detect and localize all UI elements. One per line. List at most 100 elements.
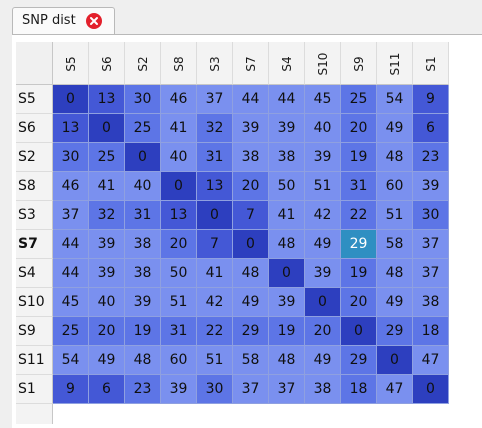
table-cell[interactable]: 23 (125, 375, 161, 404)
table-cell[interactable]: 23 (413, 143, 449, 172)
table-cell[interactable]: 13 (197, 172, 233, 201)
table-cell[interactable]: 22 (341, 201, 377, 230)
table-cell[interactable]: 31 (125, 201, 161, 230)
column-header[interactable]: S3 (197, 42, 233, 85)
table-cell[interactable]: 30 (197, 375, 233, 404)
table-cell[interactable]: 0 (305, 288, 341, 317)
table-cell[interactable]: 50 (269, 172, 305, 201)
table-cell[interactable]: 60 (377, 172, 413, 201)
table-cell[interactable]: 7 (197, 230, 233, 259)
column-header[interactable]: S7 (233, 42, 269, 85)
table-cell[interactable]: 18 (413, 317, 449, 346)
column-header[interactable]: S10 (305, 42, 341, 85)
table-cell[interactable]: 51 (377, 201, 413, 230)
table-cell[interactable]: 37 (413, 259, 449, 288)
table-cell[interactable]: 20 (233, 172, 269, 201)
table-cell[interactable]: 41 (161, 114, 197, 143)
table-cell[interactable]: 30 (53, 143, 89, 172)
row-header[interactable]: S3 (16, 201, 53, 230)
table-cell[interactable]: 18 (341, 375, 377, 404)
table-cell[interactable]: 13 (89, 85, 125, 114)
table-cell[interactable]: 31 (341, 172, 377, 201)
table-cell[interactable]: 6 (413, 114, 449, 143)
table-cell[interactable]: 47 (413, 346, 449, 375)
table-cell[interactable]: 49 (305, 346, 341, 375)
table-cell[interactable]: 37 (413, 230, 449, 259)
table-cell[interactable]: 19 (269, 317, 305, 346)
table-cell[interactable]: 38 (305, 375, 341, 404)
table-cell[interactable]: 39 (89, 230, 125, 259)
table-cell[interactable]: 49 (233, 288, 269, 317)
table-cell[interactable]: 9 (413, 85, 449, 114)
table-cell[interactable]: 7 (233, 201, 269, 230)
table-cell[interactable]: 46 (161, 85, 197, 114)
table-cell[interactable]: 50 (161, 259, 197, 288)
table-cell[interactable]: 46 (53, 172, 89, 201)
table-cell[interactable]: 39 (125, 288, 161, 317)
table-cell[interactable]: 0 (197, 201, 233, 230)
table-cell[interactable]: 29 (377, 317, 413, 346)
table-cell[interactable]: 48 (269, 230, 305, 259)
table-cell[interactable]: 48 (269, 346, 305, 375)
table-cell[interactable]: 45 (53, 288, 89, 317)
table-cell[interactable]: 51 (305, 172, 341, 201)
row-header[interactable]: S8 (16, 172, 53, 201)
row-header[interactable]: S5 (16, 85, 53, 114)
table-cell[interactable]: 9 (53, 375, 89, 404)
table-cell[interactable]: 19 (341, 143, 377, 172)
table-cell[interactable]: 0 (341, 317, 377, 346)
tab-snp-dist[interactable]: SNP dist (12, 7, 115, 35)
table-cell[interactable]: 22 (197, 317, 233, 346)
table-cell[interactable]: 40 (161, 143, 197, 172)
table-cell[interactable]: 44 (53, 259, 89, 288)
table-cell[interactable]: 38 (125, 259, 161, 288)
table-cell[interactable]: 32 (89, 201, 125, 230)
row-header[interactable]: S4 (16, 259, 53, 288)
table-cell[interactable]: 20 (89, 317, 125, 346)
table-cell[interactable]: 0 (125, 143, 161, 172)
table-cell[interactable]: 44 (269, 85, 305, 114)
table-cell[interactable]: 39 (305, 259, 341, 288)
table-cell[interactable]: 45 (305, 85, 341, 114)
table-cell[interactable]: 48 (233, 259, 269, 288)
table-cell[interactable]: 58 (377, 230, 413, 259)
row-header[interactable]: S7 (16, 230, 53, 259)
table-cell[interactable]: 20 (341, 288, 377, 317)
column-header[interactable]: S2 (125, 42, 161, 85)
table-cell[interactable]: 51 (197, 346, 233, 375)
table-cell[interactable]: 25 (341, 85, 377, 114)
column-header[interactable]: S9 (341, 42, 377, 85)
table-cell[interactable]: 29 (341, 230, 377, 259)
table-cell[interactable]: 37 (233, 375, 269, 404)
table-cell[interactable]: 0 (413, 375, 449, 404)
table-cell[interactable]: 39 (161, 375, 197, 404)
close-icon[interactable] (86, 13, 102, 29)
table-cell[interactable]: 37 (197, 85, 233, 114)
column-header[interactable]: S6 (89, 42, 125, 85)
table-cell[interactable]: 6 (89, 375, 125, 404)
table-cell[interactable]: 54 (377, 85, 413, 114)
table-cell[interactable]: 20 (305, 317, 341, 346)
table-cell[interactable]: 0 (377, 346, 413, 375)
table-cell[interactable]: 47 (377, 375, 413, 404)
table-cell[interactable]: 40 (125, 172, 161, 201)
table-cell[interactable]: 25 (89, 143, 125, 172)
row-header[interactable]: S9 (16, 317, 53, 346)
table-cell[interactable]: 31 (197, 143, 233, 172)
table-cell[interactable]: 60 (161, 346, 197, 375)
table-cell[interactable]: 54 (53, 346, 89, 375)
table-cell[interactable]: 49 (377, 114, 413, 143)
column-header[interactable]: S4 (269, 42, 305, 85)
table-cell[interactable]: 0 (269, 259, 305, 288)
table-cell[interactable]: 48 (377, 143, 413, 172)
table-cell[interactable]: 38 (233, 143, 269, 172)
table-cell[interactable]: 41 (89, 172, 125, 201)
column-header[interactable]: S1 (413, 42, 449, 85)
table-cell[interactable]: 19 (341, 259, 377, 288)
table-cell[interactable]: 39 (233, 114, 269, 143)
row-header[interactable]: S6 (16, 114, 53, 143)
table-cell[interactable]: 30 (125, 85, 161, 114)
table-cell[interactable]: 0 (161, 172, 197, 201)
table-cell[interactable]: 13 (53, 114, 89, 143)
table-cell[interactable]: 31 (161, 317, 197, 346)
